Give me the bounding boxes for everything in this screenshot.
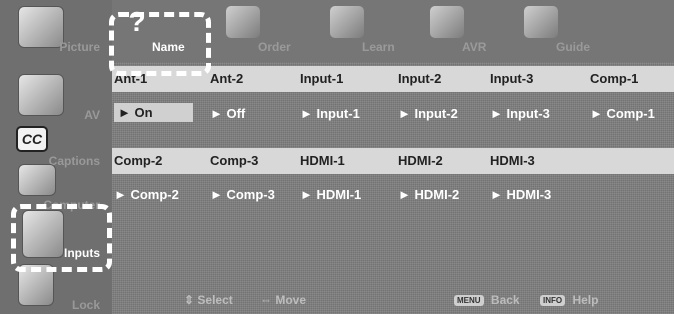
column-header: Input-1 xyxy=(300,71,344,86)
help-label: Help xyxy=(572,293,599,307)
tab-avr[interactable]: AVR xyxy=(422,0,522,62)
value-ant-1[interactable]: ► On xyxy=(114,103,193,122)
select-hint: ⇕ Select xyxy=(184,293,233,307)
column-header: Comp-3 xyxy=(210,153,259,168)
avr-icon xyxy=(430,6,464,38)
move-hint: ⇔ Move xyxy=(260,293,306,307)
tab-label: Learn xyxy=(362,40,395,54)
tab-guide[interactable]: Guide xyxy=(516,0,616,62)
value-hdmi-2[interactable]: ► HDMI-2 xyxy=(398,187,459,202)
back-button[interactable]: MENU Back xyxy=(454,293,520,307)
column-header: Comp-2 xyxy=(114,153,163,168)
header-row-2: Comp-2 Comp-3 HDMI-1 HDMI-2 HDMI-3 xyxy=(112,148,674,174)
highlight-name-tab xyxy=(109,12,211,76)
tab-label: Guide xyxy=(556,40,591,54)
value-comp-1[interactable]: ► Comp-1 xyxy=(590,106,655,121)
order-icon xyxy=(226,6,260,38)
picture-icon xyxy=(18,6,64,48)
learn-icon xyxy=(330,6,364,38)
sidebar-item-label: Picture xyxy=(59,40,100,54)
highlight-inputs-item xyxy=(11,204,112,272)
value-comp-2[interactable]: ► Comp-2 xyxy=(114,187,179,202)
move-label: Move xyxy=(275,293,307,307)
value-input-1[interactable]: ► Input-1 xyxy=(300,106,360,121)
av-icon xyxy=(18,74,64,116)
tab-label: Order xyxy=(258,40,291,54)
leftright-icon: ⇔ xyxy=(260,293,272,307)
column-header: Input-3 xyxy=(490,71,534,86)
column-header: Comp-1 xyxy=(590,71,639,86)
value-ant-2[interactable]: ► Off xyxy=(210,106,245,121)
column-header: Ant-2 xyxy=(210,71,244,86)
updown-icon: ⇕ xyxy=(184,293,195,307)
help-bar: ⇕ Select ⇔ Move MENU Back INFO Help xyxy=(112,286,674,314)
computer-icon xyxy=(18,164,56,196)
value-hdmi-1[interactable]: ► HDMI-1 xyxy=(300,187,361,202)
column-header: HDMI-1 xyxy=(300,153,345,168)
cc-icon: CC xyxy=(16,126,48,152)
column-header: Input-2 xyxy=(398,71,442,86)
menu-key-icon: MENU xyxy=(454,295,484,307)
select-label: Select xyxy=(197,293,233,307)
info-key-icon: INFO xyxy=(540,295,566,307)
tab-order[interactable]: Order xyxy=(218,0,318,62)
sidebar-item-label: Lock xyxy=(71,298,100,312)
value-hdmi-3[interactable]: ► HDMI-3 xyxy=(490,187,551,202)
tv-guide-icon xyxy=(524,6,558,38)
tab-learn[interactable]: Learn xyxy=(322,0,422,62)
value-input-3[interactable]: ► Input-3 xyxy=(490,106,550,121)
tv-menu-screen: Picture AV CC Captions Computer Inputs L… xyxy=(0,0,674,314)
sidebar-item-picture[interactable]: Picture xyxy=(8,4,104,58)
value-comp-3[interactable]: ► Comp-3 xyxy=(210,187,275,202)
value-input-2[interactable]: ► Input-2 xyxy=(398,106,458,121)
tab-label: AVR xyxy=(462,40,487,54)
back-label: Back xyxy=(490,293,520,307)
help-button[interactable]: INFO Help xyxy=(540,293,598,307)
column-header: HDMI-2 xyxy=(398,153,443,168)
column-header: HDMI-3 xyxy=(490,153,535,168)
